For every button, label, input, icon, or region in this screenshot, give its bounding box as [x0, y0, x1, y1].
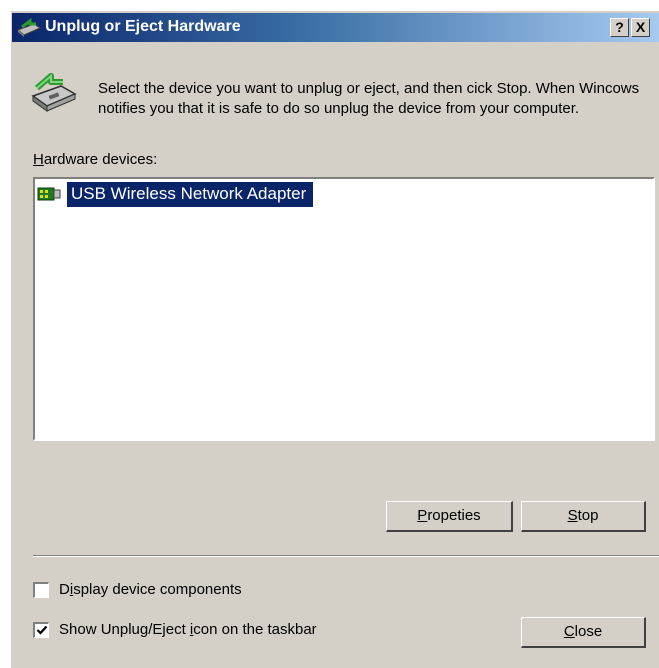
unplug-hardware-icon — [31, 73, 77, 112]
show-icon-checkbox[interactable] — [33, 621, 49, 638]
list-item[interactable]: USB Wireless Network Adapter — [37, 181, 314, 207]
display-components-option[interactable]: Display device components — [33, 581, 242, 598]
close-window-button[interactable]: X — [631, 18, 650, 37]
display-components-label-pre: D — [59, 581, 70, 598]
title-bar[interactable]: Unplug or Eject Hardware ? X — [12, 13, 659, 42]
show-icon-label-rest: con on the taskbar — [193, 621, 317, 638]
dialog-window: Unplug or Eject Hardware ? X Select the … — [10, 10, 659, 668]
stop-button-rest: top — [577, 507, 599, 524]
instruction-text: Select the device you want to unplug or … — [98, 80, 640, 117]
eject-hardware-icon — [17, 18, 42, 37]
properties-button-rest: ropeties — [427, 507, 481, 524]
hardware-devices-label-rest: ardware devices: — [43, 151, 158, 168]
display-components-checkbox[interactable] — [33, 581, 49, 598]
device-label[interactable]: USB Wireless Network Adapter — [67, 181, 314, 207]
separator-line — [33, 555, 659, 557]
close-button-accel: C — [563, 623, 575, 640]
hardware-devices-label-accel: H — [33, 151, 44, 168]
close-button-rest: lose — [574, 623, 603, 640]
checkmark-icon — [36, 625, 48, 635]
properties-button[interactable]: Propeties — [386, 501, 513, 532]
display-components-label-rest: splay device components — [73, 581, 242, 598]
network-adapter-icon — [37, 187, 61, 201]
display-components-label: Display device components — [59, 581, 242, 598]
stop-button-accel: S — [567, 507, 578, 524]
stop-button[interactable]: Stop — [521, 501, 646, 532]
show-icon-label: Show Unplug/Eject icon on the taskbar — [59, 621, 317, 638]
window-title: Unplug or Eject Hardware — [45, 18, 241, 35]
properties-button-accel: P — [417, 507, 428, 524]
hardware-devices-label: Hardware devices: — [33, 151, 157, 168]
show-icon-option[interactable]: Show Unplug/Eject icon on the taskbar — [33, 621, 317, 638]
help-button[interactable]: ? — [610, 18, 629, 37]
show-icon-label-pre: Show Unplug/Eject — [59, 621, 190, 638]
hardware-devices-list[interactable]: USB Wireless Network Adapter — [33, 177, 655, 441]
close-button[interactable]: Close — [521, 617, 646, 648]
